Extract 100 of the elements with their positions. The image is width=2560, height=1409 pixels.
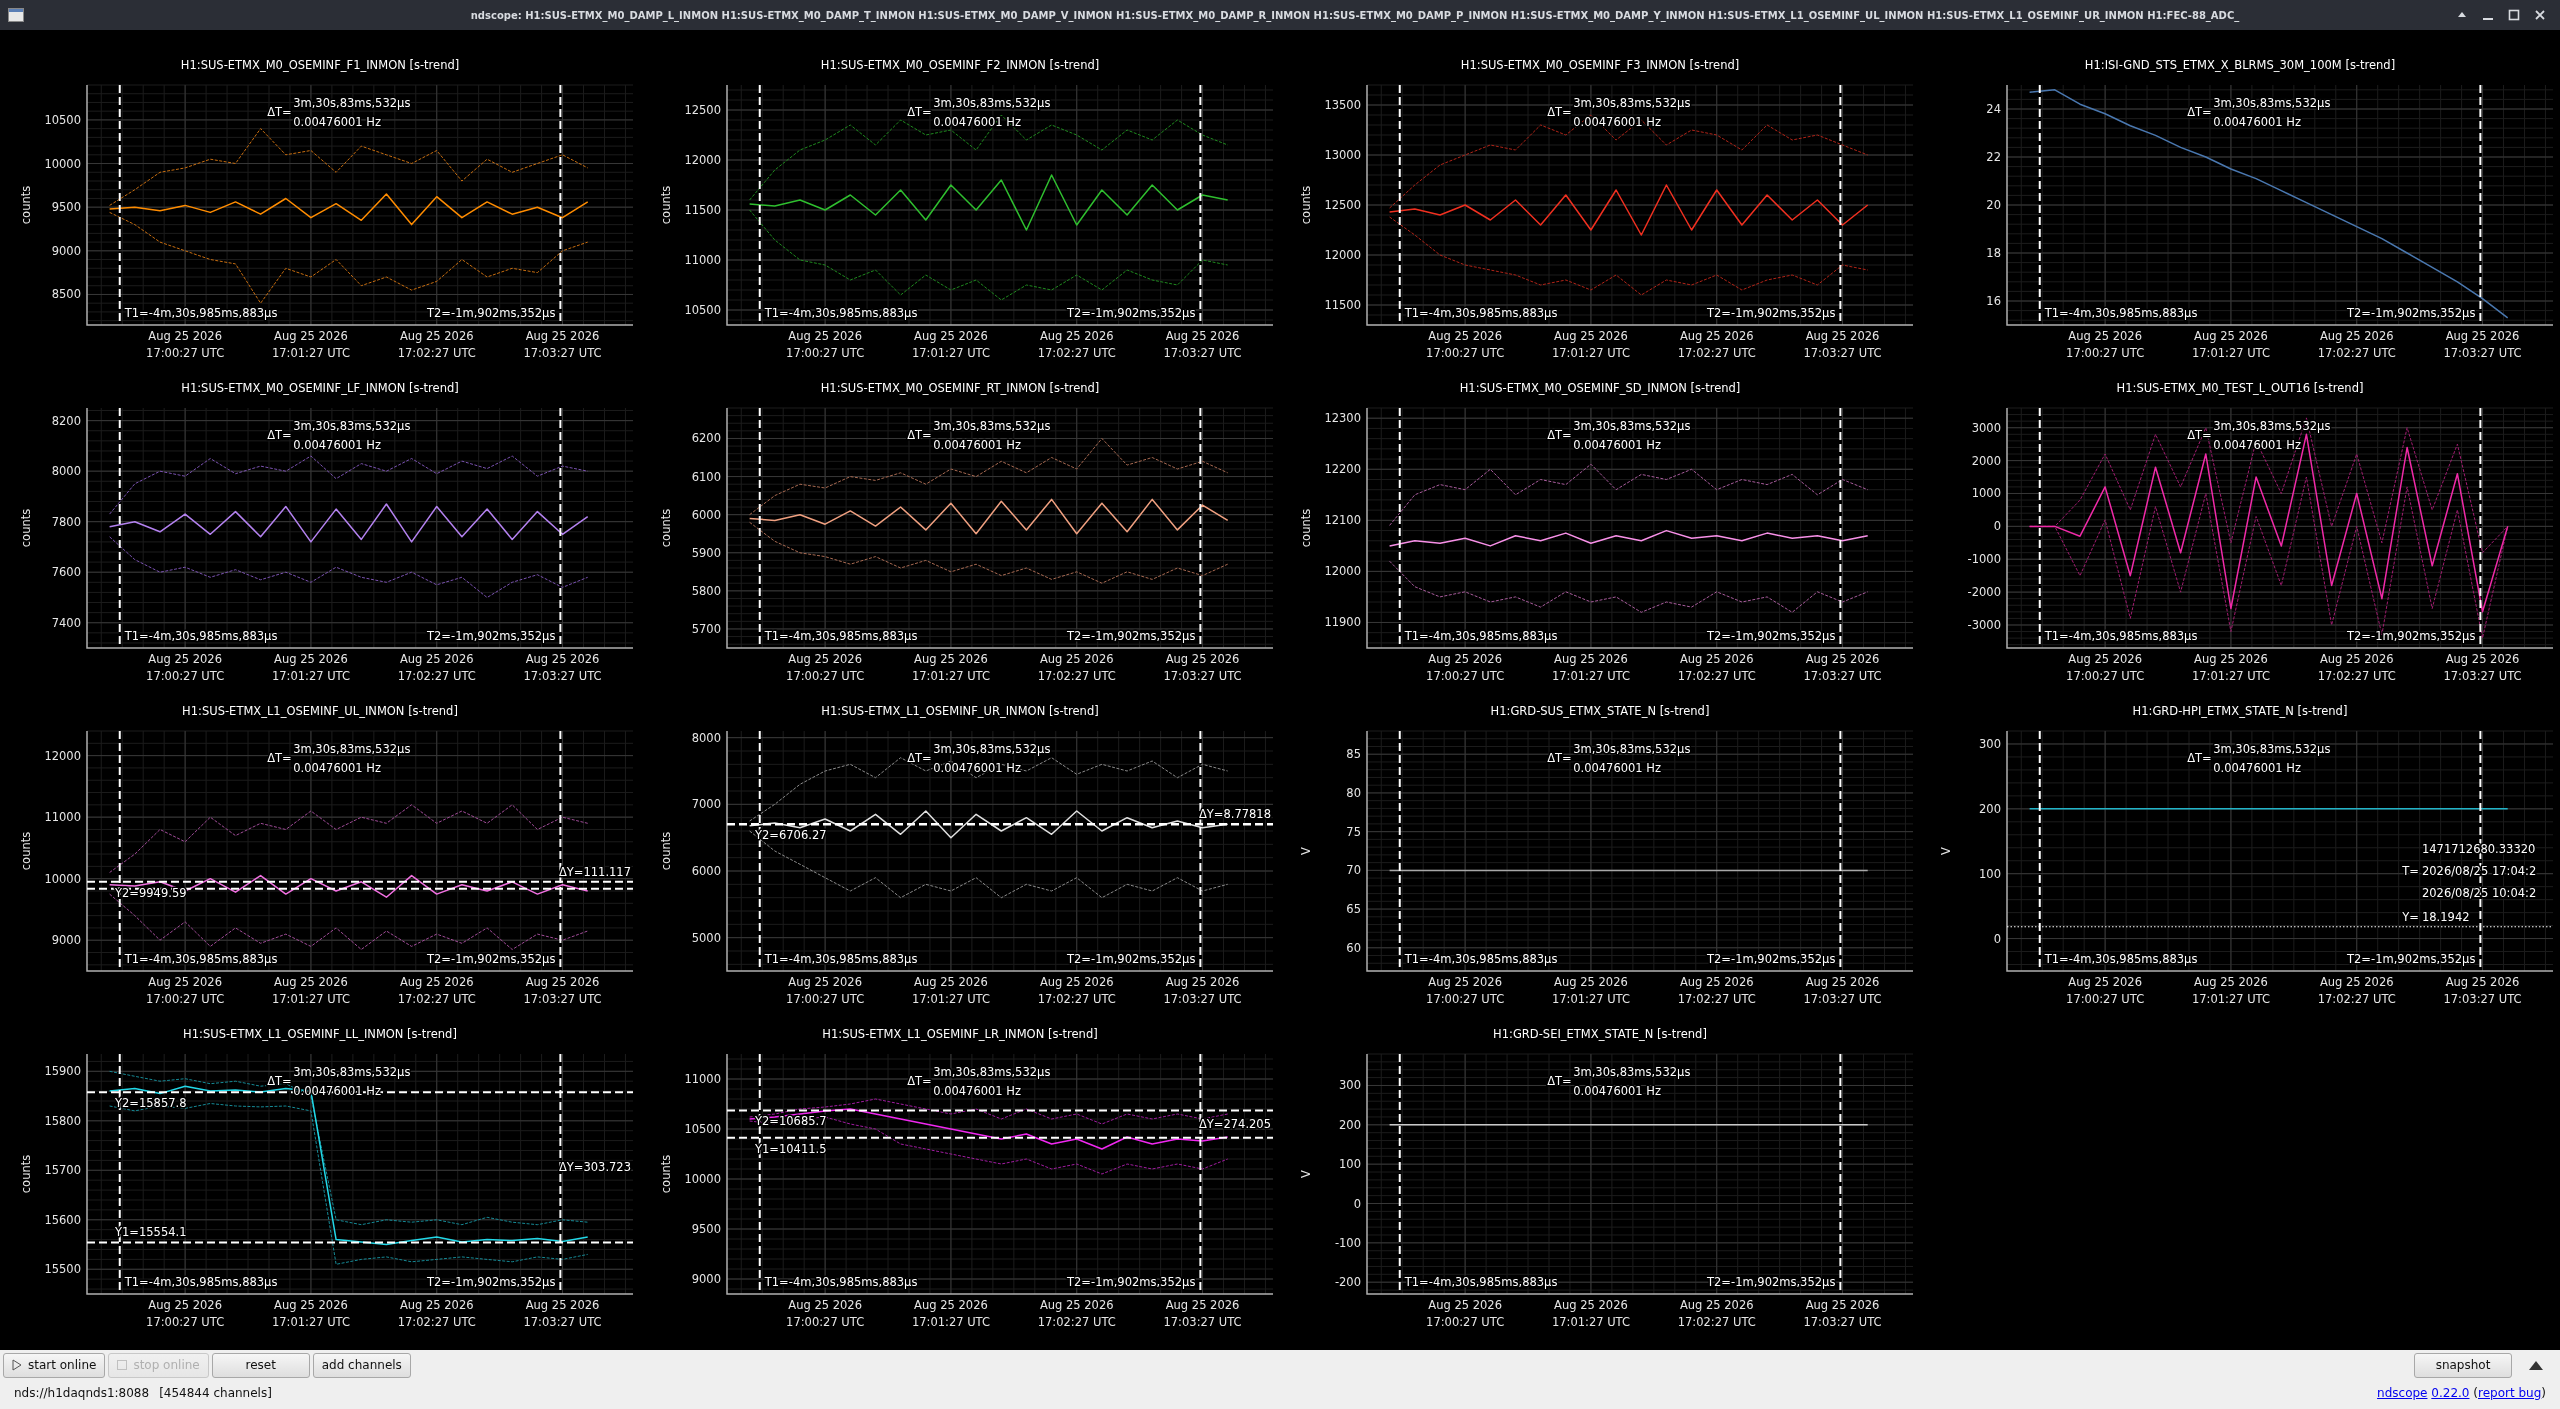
plot-title: H1:SUS-ETMX_M0_OSEMINF_SD_INMON [s-trend] [1459,381,1741,395]
x-tick-label: Aug 25 2026 17:02:27 UTC [1037,329,1116,360]
frequency-value: 0.00476001 Hz [1573,1084,1662,1098]
delta-t-label: ΔT= [2187,751,2212,765]
cursor-label: T2=-1m,902ms,352µs [427,306,556,320]
y-tick-label: 12500 [684,103,721,117]
y-tick-label: 15800 [44,1113,81,1128]
plot-title: H1:GRD-SUS_ETMX_STATE_N [s-trend] [1490,704,1710,718]
y-tick-label: 10500 [44,112,81,127]
y-tick-label: 11000 [44,810,81,825]
y-tick-label: 100 [1979,866,2001,881]
x-tick-label: Aug 25 2026 17:03:27 UTC [1803,975,1882,1006]
delta-t-label: ΔT= [1547,751,1572,765]
cursor-label: T2=-1m,902ms,352µs [1067,1275,1196,1289]
x-tick-label: Aug 25 2026 17:02:27 UTC [1677,329,1756,360]
window-title: ndscope: H1:SUS-ETMX_M0_DAMP_L_INMON H1:SUS-ETMX_M0_DAMP_T_INMON H1:SUS-ETMX_M0_DAMP_V_INMON H1:SUS-ETMX_M0_DAMP_R_INMON H1:SUS-ETMX_M0_DAMP_P_INMON H1:SUS-ETMX_M0_DAMP_Y_INMON H1:SUS-ETMX_L1_OSEMINF_UL_INMON H1:SUS-ETMX_L1_OSEMINF_UR_INMON H1:FEC-88_ADC_ [470,9,2240,21]
delta-t-value: 3m,30s,83ms,532µs [2213,419,2331,433]
y-tick-label: 70 [1346,863,1361,878]
y-tick-label: 100 [1339,1157,1361,1172]
cursor-label: T2=-1m,902ms,352µs [1707,1275,1836,1289]
gps-time-text: 1471712680.33320 [2421,842,2536,857]
y-tick-label: 60 [1346,940,1361,955]
x-tick-label: Aug 25 2026 17:03:27 UTC [523,329,602,360]
y-tick-label: 5900 [691,545,721,560]
x-tick-label: Aug 25 2026 17:03:27 UTC [1803,1298,1882,1329]
frequency-value: 0.00476001 Hz [933,115,1022,129]
x-tick-label: Aug 25 2026 17:03:27 UTC [523,975,602,1006]
x-tick-label: Aug 25 2026 17:01:27 UTC [1551,652,1630,683]
y-tick-label: 15900 [44,1064,81,1079]
y-tick-label: 0 [1993,519,2001,534]
y-tick-label: 200 [1339,1117,1361,1132]
y-tick-label: 5000 [691,930,721,945]
y-tick-label: 13000 [1324,148,1361,162]
y-tick-label: 8200 [51,413,81,428]
x-tick-label: Aug 25 2026 17:02:27 UTC [1037,1298,1116,1329]
delta-t-label: ΔT= [267,751,292,765]
frequency-value: 0.00476001 Hz [933,438,1022,452]
y-tick-label: 3000 [1971,420,2001,435]
cursor-label: T1=-4m,30s,985ms,883µs [2044,306,2198,320]
x-tick-label: Aug 25 2026 17:02:27 UTC [1677,975,1756,1006]
x-tick-label: Aug 25 2026 17:01:27 UTC [911,1298,990,1329]
frequency-value: 0.00476001 Hz [2213,761,2302,775]
x-tick-label: Aug 25 2026 17:02:27 UTC [397,652,476,683]
frequency-value: 0.00476001 Hz [2213,115,2302,129]
x-tick-label: Aug 25 2026 17:02:27 UTC [1677,1298,1756,1329]
plot-title: H1:GRD-SEI_ETMX_STATE_N [s-trend] [1493,1027,1707,1041]
cursor-label: T1=-4m,30s,985ms,883µs [764,1275,918,1289]
plot-title: H1:SUS-ETMX_L1_OSEMINF_UR_INMON [s-trend] [821,704,1099,718]
cursor-label: T1=-4m,30s,985ms,883µs [764,306,918,320]
y-value-label: Y= [2402,909,2419,924]
x-tick-label: Aug 25 2026 17:02:27 UTC [2317,329,2396,360]
delta-t-value: 3m,30s,83ms,532µs [1573,1065,1691,1079]
delta-t-value: 3m,30s,83ms,532µs [933,742,1051,756]
x-tick-label: Aug 25 2026 17:02:27 UTC [1037,652,1116,683]
y-axis-title: V [1299,1170,1313,1178]
y-tick-label: 2000 [1971,453,2001,468]
x-tick-label: Aug 25 2026 17:00:27 UTC [146,329,225,360]
y-tick-label: -3000 [1967,618,2001,632]
plot-title: H1:SUS-ETMX_M0_TEST_L_OUT16 [s-trend] [2116,381,2364,395]
local-time-text: 2026/08/25 10:04:2 [2421,885,2537,900]
x-tick-label: Aug 25 2026 17:00:27 UTC [786,975,865,1006]
y-tick-label: 11000 [684,253,721,267]
plot-title: H1:SUS-ETMX_L1_OSEMINF_LL_INMON [s-trend] [183,1027,457,1041]
y-tick-label: 12000 [1324,248,1361,262]
y-axis-title: counts [19,185,33,225]
y-tick-label: -200 [1334,1275,1361,1290]
x-tick-label: Aug 25 2026 17:00:27 UTC [2066,329,2145,360]
y-tick-label: 5800 [691,583,721,598]
delta-y-label: ΔY=111.117 [558,864,631,879]
frequency-value: 0.00476001 Hz [293,761,382,775]
delta-t-label: ΔT= [2187,428,2212,442]
x-tick-label: Aug 25 2026 17:00:27 UTC [1426,329,1505,360]
y-axis-title: counts [19,1154,33,1194]
y-tick-label: 7600 [51,565,81,580]
y-tick-label: 12000 [1324,564,1361,579]
frequency-value: 0.00476001 Hz [293,115,382,129]
y-tick-label: 10500 [684,1122,721,1136]
y-tick-label: 22 [1986,150,2001,164]
cursor-label: T2=-1m,902ms,352µs [1067,306,1196,320]
cursor-label: T2=-1m,902ms,352µs [2347,306,2476,320]
y-tick-label: 11500 [1324,298,1361,312]
y-tick-label: -100 [1334,1235,1361,1250]
y-tick-label: 12500 [1324,198,1361,212]
x-tick-label: Aug 25 2026 17:00:27 UTC [1426,975,1505,1006]
cursor-label: T1=-4m,30s,985ms,883µs [1404,952,1558,966]
delta-t-value: 3m,30s,83ms,532µs [1573,96,1691,110]
y-axis-title: counts [19,508,33,548]
x-tick-label: Aug 25 2026 17:01:27 UTC [271,975,350,1006]
plot-title: H1:SUS-ETMX_L1_OSEMINF_UL_INMON [s-trend] [182,704,458,718]
x-tick-label: Aug 25 2026 17:02:27 UTC [397,975,476,1006]
frequency-value: 0.00476001 Hz [933,1084,1022,1098]
cursor-label: T1=-4m,30s,985ms,883µs [1404,629,1558,643]
y-axis-title: counts [19,831,33,871]
y-tick-label: 7800 [51,514,81,529]
channel-count: [454844 channels] [159,1386,272,1400]
x-tick-label: Aug 25 2026 17:03:27 UTC [1163,1298,1242,1329]
cursor-label: Y2=15857.8 [115,1096,187,1111]
y-tick-label: 80 [1346,785,1361,800]
utc-time-text: 2026/08/25 17:04:2 [2421,864,2537,878]
plot-title: H1:SUS-ETMX_M0_OSEMINF_F3_INMON [s-trend] [1460,58,1740,72]
